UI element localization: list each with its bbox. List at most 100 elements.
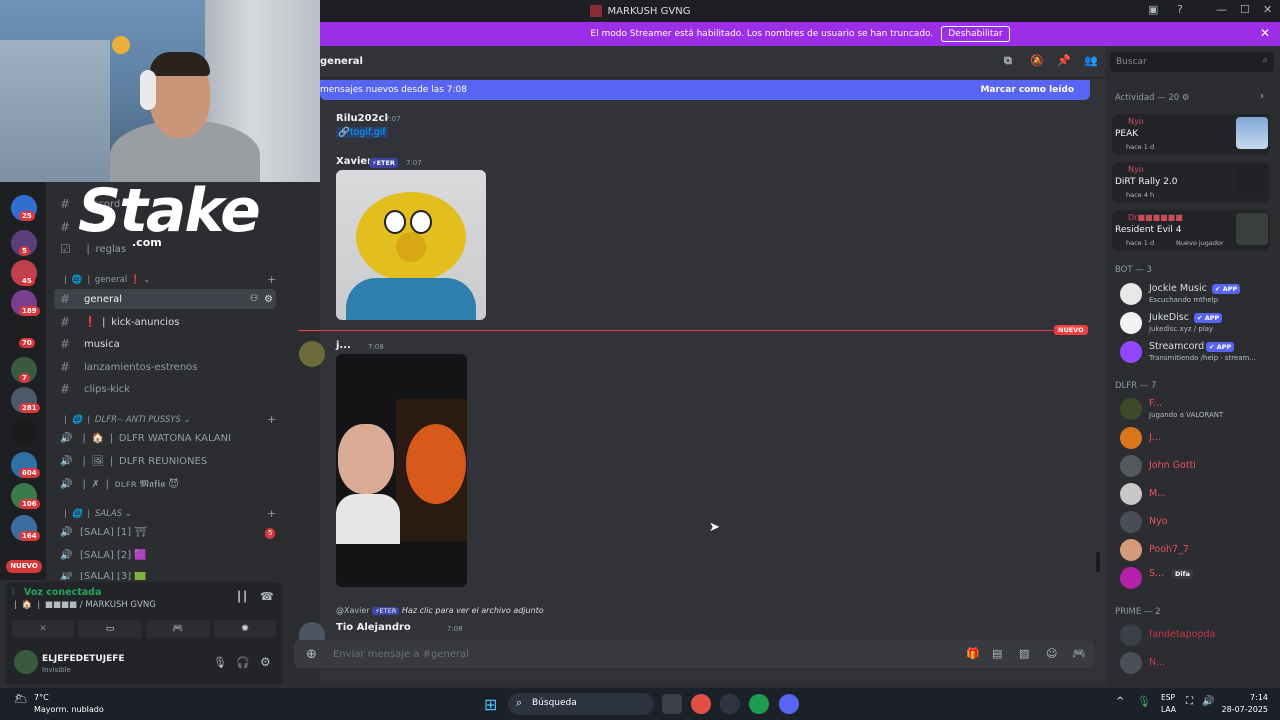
video-attachment[interactable] [336,354,467,587]
activity-card[interactable]: Nyo PEAK hace 1 d [1112,114,1270,154]
discord-icon[interactable] [779,694,799,714]
member-name[interactable]: M... [1149,488,1166,499]
avatar[interactable] [1120,427,1142,449]
member-name[interactable]: Streamcord [1149,341,1204,352]
avatar[interactable] [14,650,38,674]
windows-start-icon[interactable]: ⊞ [484,695,497,714]
category-dlfr[interactable]: ❘ 🌐 ❘ DLFR-- ANTI PUSSYS ⌄ [62,415,191,425]
avatar[interactable] [1120,511,1142,533]
maximize-button[interactable]: ☐ [1240,3,1250,16]
avatar[interactable] [1120,455,1142,477]
member-list-icon[interactable]: 👥 [1084,54,1098,67]
settings-icon[interactable]: ⚙ [260,655,271,669]
member-name[interactable]: JukeDisc [1149,312,1189,323]
language-code[interactable]: ESP [1161,693,1175,702]
avatar[interactable] [1120,283,1142,305]
gift-icon[interactable]: 🎁 [966,647,980,660]
voice-channel-reuniones[interactable]: 🔊 ❘ 🖼 ❘ DLFR REUNIONES [60,456,207,467]
emoji-icon[interactable]: ☺ [1046,647,1057,660]
member-name[interactable]: N... [1149,657,1165,668]
minimize-button[interactable]: — [1216,3,1227,16]
member-name[interactable]: Jockie Music [1149,283,1207,294]
add-channel-icon[interactable]: + [267,273,276,286]
category-general[interactable]: ❘ 🌐 ❘ general ❗ ⌄ [62,275,150,285]
avatar[interactable] [1120,398,1142,420]
message-author[interactable]: Xavier [336,156,372,167]
avatar[interactable] [299,341,325,367]
voice-channel-watona[interactable]: 🔊 ❘ 🏠 ❘ DLFR WATONA KALANI [60,433,231,444]
new-messages-bar[interactable]: mensajes nuevos desde las 7:08 Marcar co… [320,80,1090,100]
obs-icon[interactable] [720,694,740,714]
gif-icon[interactable]: ▤ [992,647,1002,660]
mark-as-read-button[interactable]: Marcar como leído [980,85,1074,95]
chat-scrollbar[interactable] [1096,552,1100,572]
add-channel-icon[interactable]: + [267,507,276,520]
noise-suppression-icon[interactable]: ┃┃ [236,592,248,603]
member-name[interactable]: John Gotti [1149,460,1196,471]
member-name[interactable]: J... [1149,432,1161,443]
chrome-icon[interactable] [691,694,711,714]
clock-time[interactable]: 7:14 [1226,693,1268,702]
microphone-icon[interactable]: 🎙 [213,656,227,669]
screen-share-button[interactable]: ▭ [78,620,142,638]
invite-icon[interactable]: ⚇ [250,294,258,304]
message-link[interactable]: 🔗togif.gif [336,127,388,138]
message-author[interactable]: Tio Alejandro [336,622,411,633]
avatar[interactable] [1120,341,1142,363]
microphone-icon[interactable]: 🎙 [1137,695,1151,708]
server-icon[interactable] [11,420,37,446]
taskbar-search[interactable]: ⌕ Búsqueda [508,693,654,715]
avatar[interactable] [1120,652,1142,674]
avatar[interactable] [1120,539,1142,561]
gif-attachment[interactable] [336,170,486,320]
close-window-button[interactable]: ✕ [1263,3,1272,16]
channel-kick-anuncios[interactable]: # ❗ ❘ kick-anuncios [60,312,179,332]
member-name[interactable]: Pooh7_7 [1149,544,1189,555]
member-name[interactable]: Nyo [1149,516,1168,527]
help-icon[interactable]: ? [1177,3,1183,16]
camera-off-button[interactable]: ✕ [12,620,74,638]
apps-icon[interactable]: 🎮 [1072,647,1086,660]
channel-general[interactable]: # general ⚇ ⚙ [54,289,276,309]
weather-temp[interactable]: 7°C [34,693,49,702]
keyboard-layout[interactable]: LAA [1161,705,1176,714]
add-channel-icon[interactable]: + [267,413,276,426]
avatar[interactable] [1120,567,1142,589]
search-input[interactable]: Buscar ⌕ [1110,52,1274,72]
channel-musica[interactable]: # musica [60,334,120,354]
activities-button[interactable]: 🎮 [146,620,210,638]
reply-reference[interactable]: @Xavier ⚡ETER Haz clic para ver el archi… [336,606,544,615]
member-name[interactable]: F... [1149,398,1162,409]
member-name[interactable]: fandetapopda [1149,629,1215,640]
weather-desc[interactable]: Mayorm. nublado [34,705,104,714]
member-name[interactable]: S... [1149,568,1164,579]
voice-channel-sala-1[interactable]: 🔊 [SALA] [1] ⛩ [60,527,147,538]
pin-icon[interactable]: 📌 [1057,54,1071,67]
task-view-icon[interactable] [662,694,682,714]
notifications-icon[interactable]: 🔕 [1030,54,1044,67]
soundboard-button[interactable]: ✺ [214,620,276,638]
gear-icon[interactable]: ⚙ [264,294,273,305]
voice-channel-path[interactable]: ❘ 🏠 ❘ ■■■■ / MARKUSH GVNG [12,600,156,610]
voice-channel-sala-3[interactable]: 🔊 [SALA] [3] 🟩 [60,572,147,580]
category-salas[interactable]: ❘ 🌐 ❘ SALAS ⌄ [62,509,132,519]
voice-status[interactable]: Voz conectada [24,587,101,598]
chevron-right-icon[interactable]: › [1260,91,1264,102]
threads-icon[interactable]: ⧉ [1004,54,1012,68]
clock-date[interactable]: 28-07-2025 [1220,705,1269,714]
channel-lanzamientos[interactable]: # lanzamientos-estrenos [60,357,197,377]
screen-icon[interactable]: ▣ [1148,3,1158,16]
add-attachment-icon[interactable]: ⊕ [306,647,317,662]
network-icon[interactable]: ⛶ [1186,696,1193,707]
weather-icon[interactable]: 🌥 [14,692,28,705]
disconnect-icon[interactable]: ☎ [260,590,274,603]
avatar[interactable] [1120,624,1142,646]
avatar[interactable] [1120,312,1142,334]
new-servers-pill[interactable]: NUEVO [6,560,42,573]
username[interactable]: ELJEFEDETUJEFE [42,654,125,664]
voice-channel-mafia[interactable]: 🔊 ❘ ✗ ❘ ᴅʟꜰʀ 𝕸𝖆𝖋𝖎𝖆 😈 [60,479,179,490]
headphones-icon[interactable]: 🎧 [236,656,250,669]
sticker-icon[interactable]: ▧ [1019,647,1029,660]
activity-card[interactable]: Dr■■■■■■ Resident Evil 4 hace 1 d Nuevo … [1112,210,1270,250]
message-input[interactable]: ⊕ Enviar mensaje a #general 🎁 ▤ ▧ ☺ 🎮 [294,640,1094,668]
